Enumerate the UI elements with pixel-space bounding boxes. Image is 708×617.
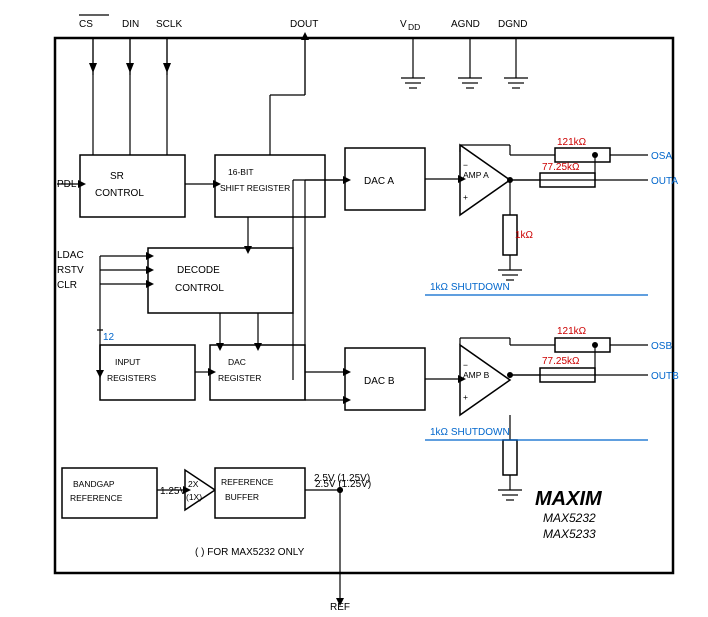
ref-buf-label2: BUFFER bbox=[225, 492, 259, 502]
dac-a-label: DAC A bbox=[364, 176, 394, 187]
diagram-container: CS DIN SCLK DOUT V DD AGND DGND SR CONTR… bbox=[0, 0, 708, 617]
model1-label: MAX5232 bbox=[543, 511, 596, 525]
num-12-label: 12 bbox=[103, 332, 115, 343]
dac-reg-label2: REGISTER bbox=[218, 373, 261, 383]
shutdown-a-label: 1kΩ SHUTDOWN bbox=[430, 282, 510, 293]
shift-reg-label1: 16-BIT bbox=[228, 167, 254, 177]
din-label: DIN bbox=[122, 19, 139, 30]
v1-label: 1.25V bbox=[160, 486, 186, 497]
input-reg-label2: REGISTERS bbox=[107, 373, 156, 383]
cs-label: CS bbox=[79, 19, 93, 30]
note-label: ( ) FOR MAX5232 ONLY bbox=[195, 547, 305, 558]
control-label: CONTROL bbox=[95, 188, 144, 199]
sclk-label: SCLK bbox=[156, 19, 182, 30]
amp-b-plus: + bbox=[463, 392, 468, 402]
r3-label: 1kΩ bbox=[515, 230, 534, 241]
maxim-logo: MAXIM bbox=[535, 488, 603, 510]
bandgap-label1: BANDGAP bbox=[73, 479, 115, 489]
v3-display: 2.5V (1.25V) bbox=[314, 473, 370, 484]
outa-label: OUTA bbox=[651, 176, 678, 187]
osa-label: OSA bbox=[651, 151, 672, 162]
sr-label: SR bbox=[110, 171, 124, 182]
amp-a-plus: + bbox=[463, 192, 468, 202]
amp-a-minus: − bbox=[463, 160, 468, 170]
osb-label: OSB bbox=[651, 341, 672, 352]
input-reg-label1: INPUT bbox=[115, 357, 141, 367]
decode-label2: CONTROL bbox=[175, 283, 224, 294]
dac-reg-label1: DAC bbox=[228, 357, 246, 367]
ldac-label: LDAC bbox=[57, 250, 84, 261]
r2-label: 77.25kΩ bbox=[542, 162, 580, 173]
amp-a-label: AMP A bbox=[463, 170, 489, 180]
outb-label: OUTB bbox=[651, 371, 679, 382]
amp-b-minus: − bbox=[463, 360, 468, 370]
r5-label: 77.25kΩ bbox=[542, 356, 580, 367]
r4-label: 121kΩ bbox=[557, 326, 587, 337]
shift-reg-label2: SHIFT REGISTER bbox=[220, 183, 290, 193]
agnd-label: AGND bbox=[451, 19, 480, 30]
ref-buf-label1: REFERENCE bbox=[221, 477, 274, 487]
dac-b-label: DAC B bbox=[364, 376, 395, 387]
amp-b-label: AMP B bbox=[463, 370, 490, 380]
decode-label1: DECODE bbox=[177, 265, 220, 276]
vdd-sub: DD bbox=[408, 22, 420, 32]
r1-label: 121kΩ bbox=[557, 137, 587, 148]
model2-label: MAX5233 bbox=[543, 527, 596, 541]
dout-label: DOUT bbox=[290, 19, 318, 30]
dgnd-label: DGND bbox=[498, 19, 527, 30]
clr-label: CLR bbox=[57, 280, 77, 291]
rstv-label: RSTV bbox=[57, 265, 84, 276]
vdd-label: V bbox=[400, 19, 407, 30]
bandgap-label2: REFERENCE bbox=[70, 493, 123, 503]
v2-label1: 2X bbox=[188, 479, 199, 489]
v2-label2: (1X) bbox=[186, 492, 202, 502]
shutdown-b-label: 1kΩ SHUTDOWN bbox=[430, 427, 510, 438]
